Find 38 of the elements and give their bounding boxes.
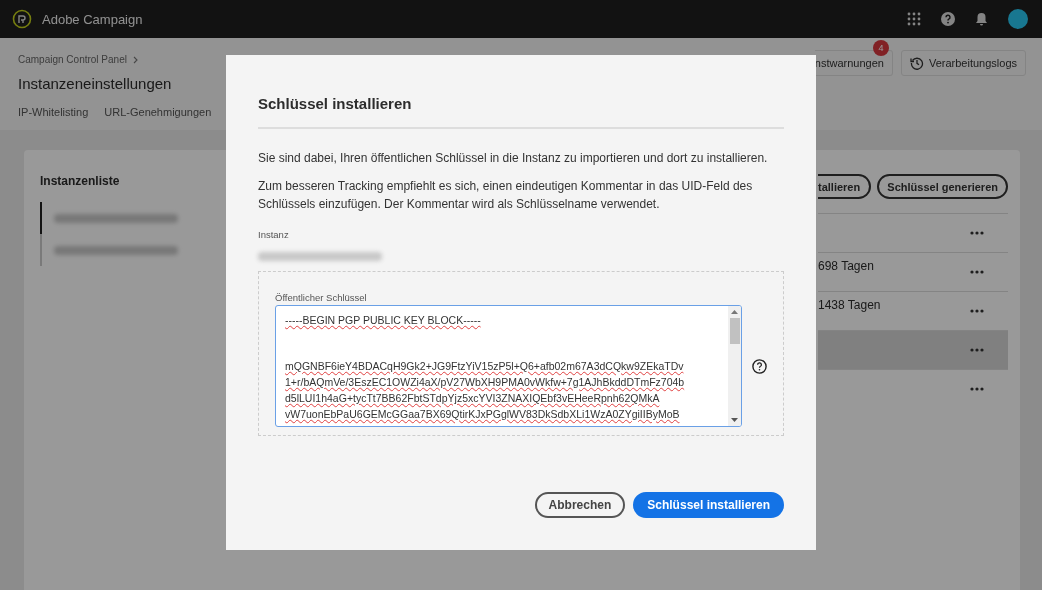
scroll-up-icon[interactable] xyxy=(731,310,738,314)
avatar[interactable] xyxy=(1008,9,1028,29)
scrollbar[interactable] xyxy=(728,306,741,426)
chevron-right-icon xyxy=(132,55,138,64)
logo-icon xyxy=(12,9,32,29)
breadcrumb-link[interactable]: Campaign Control Panel xyxy=(18,54,127,65)
tab[interactable]: URL-Genehmigungen xyxy=(104,106,212,124)
outline-button[interactable]: tallieren xyxy=(818,174,872,199)
notification-bell-icon[interactable] xyxy=(975,12,988,26)
outline-button[interactable]: Schlüssel generieren xyxy=(877,174,1008,199)
more-icon[interactable] xyxy=(970,387,984,391)
more-icon[interactable] xyxy=(970,231,984,235)
paragraph: Sie sind dabei, Ihren öffentlichen Schlüssel in die Instanz zu importieren und dort zu installieren. xyxy=(258,150,769,167)
scroll-thumb[interactable] xyxy=(729,318,740,344)
help-icon[interactable] xyxy=(752,358,767,374)
app-title: Adobe Campaign xyxy=(42,11,143,27)
header-button[interactable]: Verarbeitungslogs xyxy=(900,50,1026,76)
paragraph: Zum besseren Tracking empfiehlt es sich, einen eindeutigen Kommentar in das UID-Feld des Schlüssels einzufügen. Der Kommentar wird als Schlüsselname verwendet. xyxy=(258,178,754,213)
tab[interactable]: IP-Whitelisting xyxy=(18,106,89,124)
expiry-text: 1438 Tagen xyxy=(818,298,881,312)
header-button[interactable]: nstwarnungen xyxy=(814,50,893,76)
expiry-text: 698 Tagen xyxy=(818,259,874,273)
more-icon[interactable] xyxy=(970,348,984,352)
more-icon[interactable] xyxy=(970,309,984,313)
apps-grid-icon[interactable] xyxy=(907,12,921,26)
history-icon xyxy=(909,56,924,70)
dialog-title: Schlüssel installieren xyxy=(258,95,413,112)
field-label: Instanz xyxy=(258,229,290,240)
list-title: Instanzenliste xyxy=(40,174,121,188)
count-badge: 4 xyxy=(872,40,889,56)
public-key-field[interactable]: -----BEGIN PGP PUBLIC KEY BLOCK----- mQGNBF6ieY4BDACqH9Gk2+JG9FtzYiV15zP5l+Q6+afb02m67A3dCQkw9ZEkaTDv 1+r/bAQmVe/3EszEC1OWZi4aX/pV27WbXH9PMA0vWkfw+7g1AJhBkddDTmFz704b d5lLUI1h4aG+tycTt7BB62FbtSTdpYjz5xcYVI3ZNAXIQEbf3vEHeeRpnh62QMkA vW7uonEbPaU6GEMcGGaa7BX69QtirKJxPGglWV83DkSdbXLi1WzA0ZYgiIIByMoB xyxy=(275,305,742,427)
cancel-button[interactable]: Abbrechen xyxy=(534,492,626,518)
scroll-down-icon[interactable] xyxy=(731,418,738,422)
field-label: Öffentlicher Schlüssel xyxy=(275,292,368,303)
install-button[interactable]: Schlüssel installieren xyxy=(633,492,784,518)
more-icon[interactable] xyxy=(970,270,984,274)
page-title: Instanzeneinstellungen xyxy=(18,75,173,92)
key-row[interactable]: 698 Tagen xyxy=(818,252,1008,291)
